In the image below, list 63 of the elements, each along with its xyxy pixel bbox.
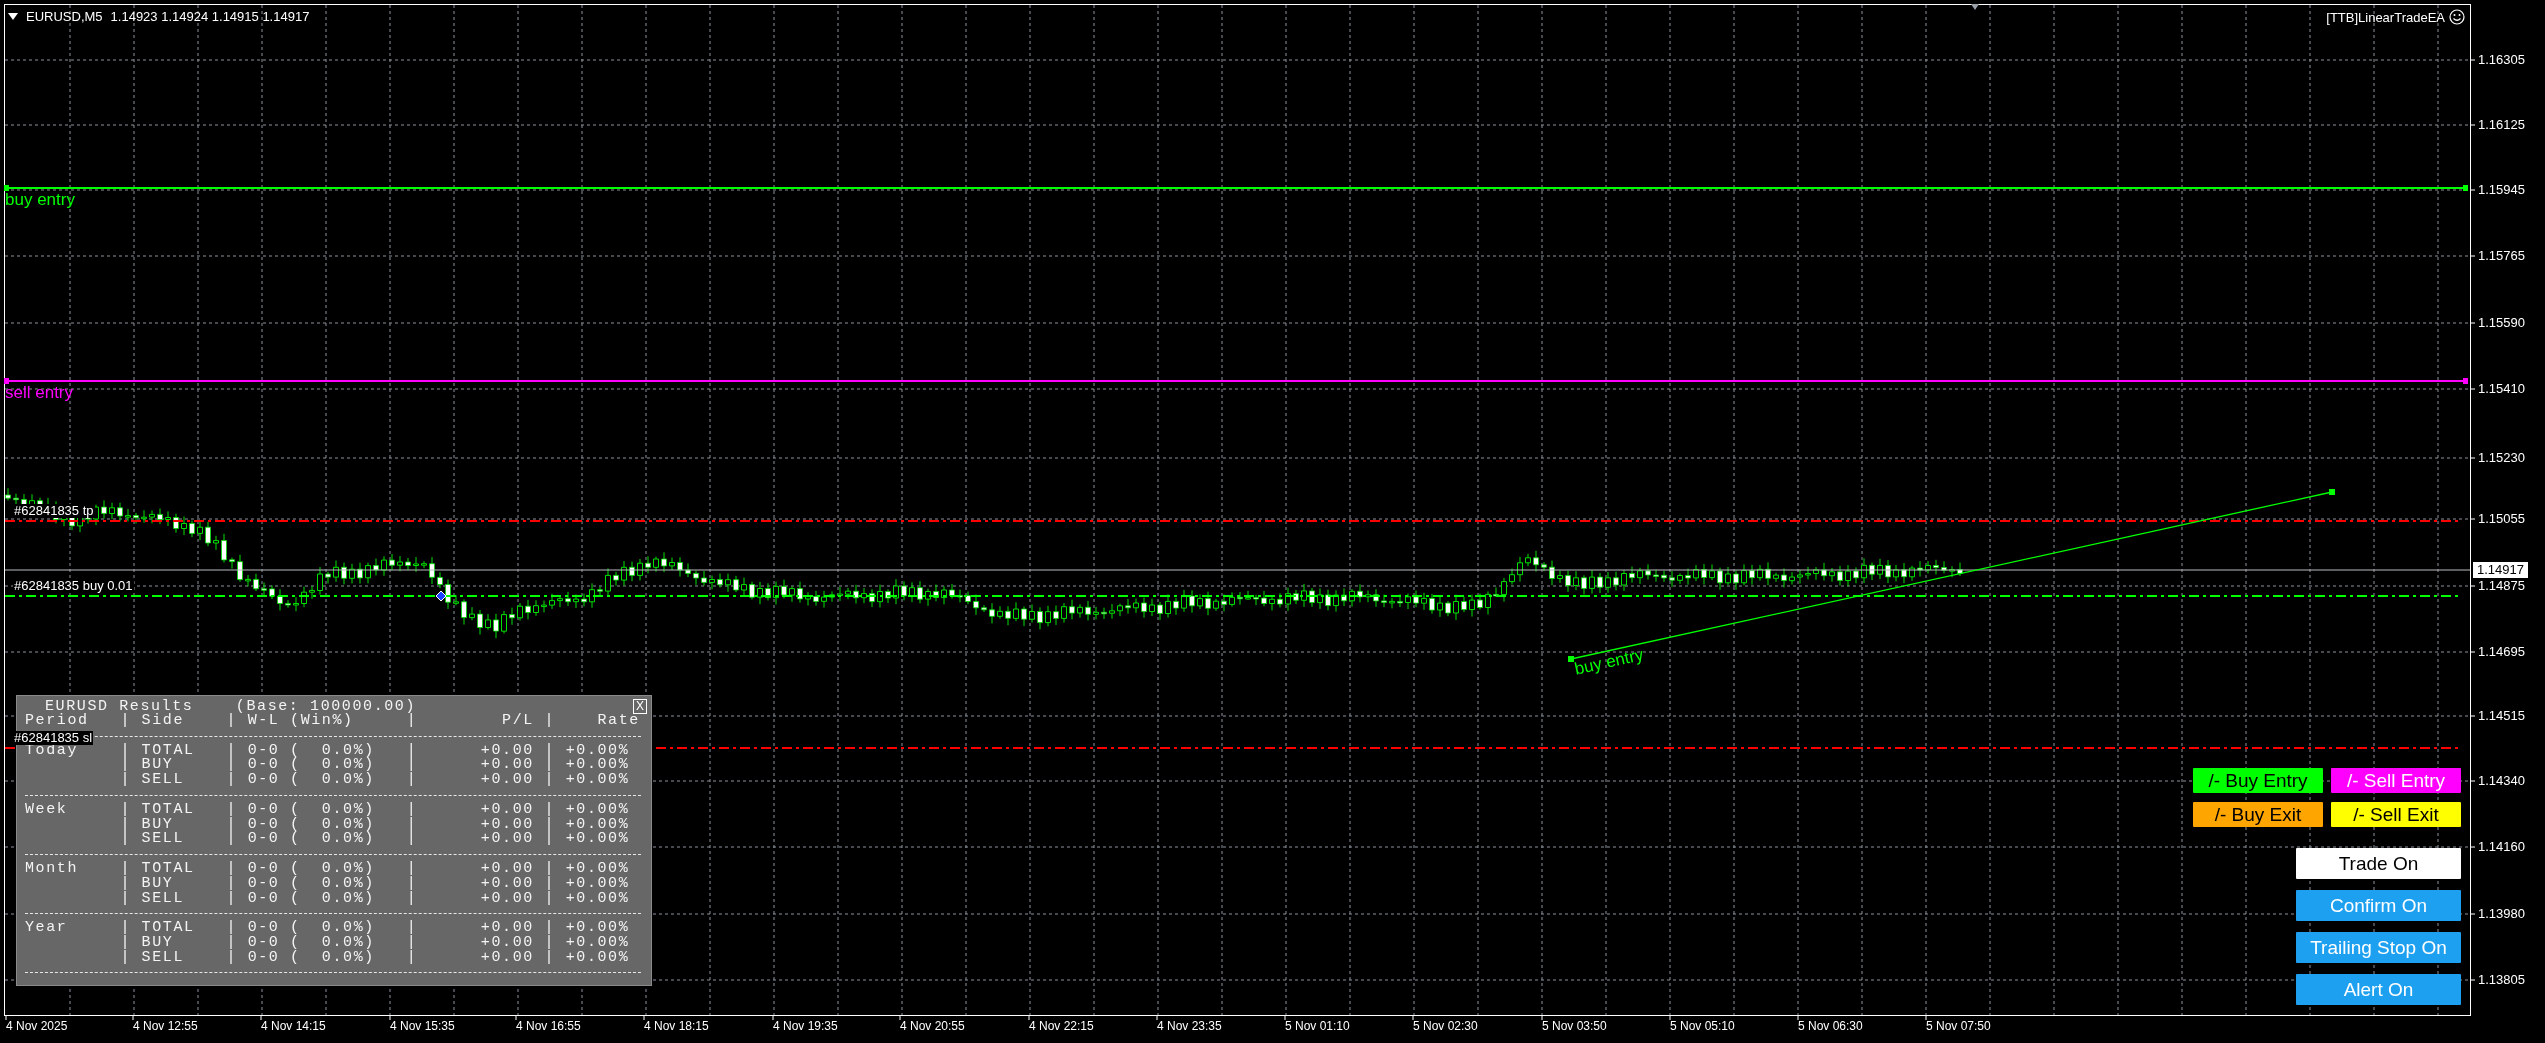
time-axis-label: 4 Nov 2025: [6, 1019, 68, 1033]
price-axis-label: 1.15410: [2478, 381, 2525, 397]
time-axis-label: 4 Nov 14:15: [261, 1019, 326, 1033]
time-axis-label: 5 Nov 03:50: [1542, 1019, 1607, 1033]
time-axis-label: 5 Nov 07:50: [1926, 1019, 1991, 1033]
toggle-button[interactable]: Trailing Stop On: [2296, 932, 2461, 963]
smiley-icon: [2449, 9, 2465, 25]
price-axis-label: 1.15945: [2478, 182, 2525, 198]
line-label: sell entry: [5, 384, 74, 402]
time-axis-label: 5 Nov 01:10: [1285, 1019, 1350, 1033]
current-price-label: 1.14917: [2473, 562, 2528, 578]
action-button[interactable]: /- Buy Entry: [2193, 768, 2323, 793]
diamond-icon: [435, 590, 447, 602]
table-header: Period | Side | W-L (Win%) | P/L | Rate: [25, 714, 641, 729]
table-row-text: Week | TOTAL | 0-0 ( 0.0%) | +0.00 | +0.00%: [25, 802, 631, 818]
table-row-text: | SELL | 0-0 ( 0.0%) | +0.00 | +0.00%: [119, 950, 631, 966]
time-axis-label: 5 Nov 06:30: [1798, 1019, 1863, 1033]
close-button[interactable]: X: [633, 698, 647, 714]
price-axis-label: 1.14515: [2478, 708, 2525, 724]
order-label: #62841835 sl: [13, 731, 94, 745]
order-label: #62841835 buy 0.01: [13, 579, 134, 593]
table-row-text: | BUY | 0-0 ( 0.0%) | +0.00 | +0.00%: [119, 876, 631, 892]
table-row-text: | BUY | 0-0 ( 0.0%) | +0.00 | +0.00%: [119, 817, 631, 833]
toggle-button[interactable]: Alert On: [2296, 974, 2461, 1005]
price-axis-label: 1.14340: [2478, 773, 2525, 789]
price-axis-label: 1.13805: [2478, 972, 2525, 988]
time-axis-label: 4 Nov 18:15: [644, 1019, 709, 1033]
price-axis-label: 1.13980: [2478, 906, 2525, 922]
price-axis-label: 1.16125: [2478, 117, 2525, 133]
time-axis-label: 4 Nov 12:55: [133, 1019, 198, 1033]
triangle-icon: [1971, 4, 1979, 10]
price-axis-label: 1.15765: [2478, 248, 2525, 264]
action-button[interactable]: /- Sell Entry: [2331, 768, 2461, 793]
price-axis-label: 1.15055: [2478, 511, 2525, 527]
price-axis-label: 1.14875: [2478, 578, 2525, 594]
time-axis-label: 4 Nov 15:35: [390, 1019, 455, 1033]
line-label: buy entry: [5, 191, 75, 209]
action-button[interactable]: /- Buy Exit: [2193, 802, 2323, 827]
order-label: #62841835 tp: [13, 504, 95, 518]
dropdown-triangle-icon: [8, 13, 18, 20]
table-row-text: | SELL | 0-0 ( 0.0%) | +0.00 | +0.00%: [119, 891, 631, 907]
time-axis-label: 5 Nov 02:30: [1413, 1019, 1478, 1033]
price-axis-label: 1.15230: [2478, 450, 2525, 466]
action-button[interactable]: /- Sell Exit: [2331, 802, 2461, 827]
toggle-button[interactable]: Confirm On: [2296, 890, 2461, 921]
symbol-label: EURUSD,M5: [26, 9, 103, 24]
time-axis-label: 4 Nov 16:55: [516, 1019, 581, 1033]
table-row-text: | BUY | 0-0 ( 0.0%) | +0.00 | +0.00%: [119, 758, 631, 774]
time-axis-label: 4 Nov 20:55: [900, 1019, 965, 1033]
time-axis-label: 4 Nov 22:15: [1029, 1019, 1094, 1033]
time-axis-label: 4 Nov 19:35: [773, 1019, 838, 1033]
time-axis-label: 4 Nov 23:35: [1157, 1019, 1222, 1033]
price-axis-label: 1.15590: [2478, 315, 2525, 331]
table-row-text: | SELL | 0-0 ( 0.0%) | +0.00 | +0.00%: [119, 832, 631, 848]
time-axis-label: 5 Nov 05:10: [1670, 1019, 1735, 1033]
price-axis-label: 1.16305: [2478, 52, 2525, 68]
table-row-text: | SELL | 0-0 ( 0.0%) | +0.00 | +0.00%: [119, 773, 631, 788]
toggle-button[interactable]: Trade On: [2296, 848, 2461, 879]
price-axis-label: 1.14160: [2478, 839, 2525, 855]
ohlc-prices: 1.14923 1.14924 1.14915 1.14917: [110, 9, 310, 24]
trend-label: buy entry: [1573, 646, 1646, 679]
expert-name: [TTB]LinearTradeEA: [2326, 9, 2445, 25]
price-axis-label: 1.14695: [2478, 644, 2525, 660]
